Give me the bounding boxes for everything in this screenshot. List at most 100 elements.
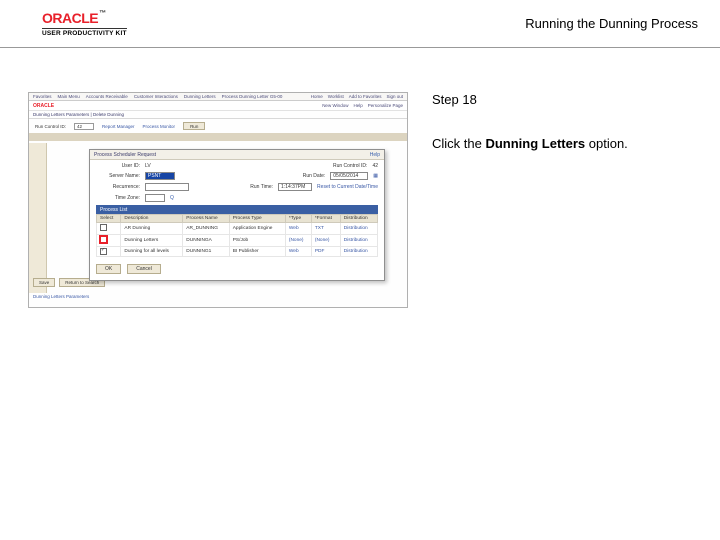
embedded-screenshot: Favorites Main Menu Accounts Receivable … <box>28 92 408 308</box>
link-new-window[interactable]: New Window <box>322 103 348 108</box>
mini-filter-row: Run Control ID: 42 Report Manager Proces… <box>29 119 407 133</box>
th-type: *Type <box>285 215 311 223</box>
select-checkbox[interactable] <box>100 248 107 255</box>
cell-process-name: DUNNING1 <box>183 247 229 257</box>
select-checkbox[interactable] <box>100 224 107 231</box>
instruction-text: Click the Dunning Letters option. <box>432 135 684 153</box>
lookup-icon[interactable]: Q <box>170 195 174 201</box>
calendar-icon[interactable]: ▦ <box>373 173 378 179</box>
save-button[interactable]: Save <box>33 278 55 287</box>
mini-tabs[interactable]: Dunning Letters Parameters | Delete Dunn… <box>29 111 407 119</box>
modal-body: User ID: LV Run Control ID: 42 Server Na… <box>90 160 384 261</box>
runcontrol-label: Run Control ID: <box>35 124 66 129</box>
table-row: Dunning Letters DUNNINGA PS/Job (None) (… <box>97 235 378 247</box>
page-header: ORACLE ™ USER PRODUCTIVITY KIT Running t… <box>0 0 720 48</box>
user-id-label: User ID: <box>96 163 140 169</box>
rundate-label: Run Date: <box>289 173 325 179</box>
runcontrol-value: 42 <box>372 163 378 169</box>
timezone-label: Time Zone: <box>96 195 140 201</box>
nav-item[interactable]: Dunning Letters <box>184 94 216 99</box>
process-monitor-link[interactable]: Process Monitor <box>143 124 176 129</box>
nav-item[interactable]: Main Menu <box>58 94 80 99</box>
mini-strip <box>29 133 407 141</box>
logo-subtitle: USER PRODUCTIVITY KIT <box>42 28 127 37</box>
cell-type[interactable]: Web <box>285 223 311 235</box>
nav-item[interactable]: Home <box>311 94 323 99</box>
mini-oracle-logo: ORACLE <box>33 103 54 109</box>
cell-description: AR Dunning <box>121 223 183 235</box>
cell-distribution[interactable]: Distribution <box>340 235 377 247</box>
cell-format[interactable]: PDF <box>311 247 340 257</box>
nav-item[interactable]: Customer Interactions <box>134 94 178 99</box>
nav-item[interactable]: Worklist <box>328 94 344 99</box>
mini-topnav: Favorites Main Menu Accounts Receivable … <box>29 93 407 101</box>
user-id-value: LV <box>145 163 151 169</box>
process-list-header: Process List <box>96 205 378 214</box>
cell-format[interactable]: TXT <box>311 223 340 235</box>
table-row: AR Dunning AR_DUNNING Application Engine… <box>97 223 378 235</box>
th-select: Select <box>97 215 121 223</box>
runcontrol-value: 42 <box>74 123 94 130</box>
cell-process-type: PS/Job <box>229 235 285 247</box>
instr-pre: Click the <box>432 136 485 151</box>
cell-process-type: Application Engine <box>229 223 285 235</box>
th-format: *Format <box>311 215 340 223</box>
recurrence-field[interactable] <box>145 183 189 191</box>
rundate-field[interactable]: 05/05/2014 <box>330 172 368 180</box>
cell-type[interactable]: Web <box>285 247 311 257</box>
process-scheduler-modal: Process Scheduler Request Help User ID: … <box>89 149 385 281</box>
cell-format[interactable]: (None) <box>311 235 340 247</box>
link-personalize[interactable]: Personalize Page <box>368 103 403 108</box>
instr-bold: Dunning Letters <box>485 136 585 151</box>
modal-help-link[interactable]: Help <box>370 152 380 158</box>
ok-button[interactable]: OK <box>96 264 121 274</box>
link-help[interactable]: Help <box>353 103 362 108</box>
th-process-name: Process Name <box>183 215 229 223</box>
nav-item[interactable]: Accounts Receivable <box>86 94 128 99</box>
th-distribution: Distribution <box>340 215 377 223</box>
nav-item[interactable]: Add to Favorites <box>349 94 382 99</box>
oracle-logo: ORACLE ™ <box>42 10 127 26</box>
instruction-pane: Step 18 Click the Dunning Letters option… <box>424 92 704 308</box>
nav-item[interactable]: Sign out <box>386 94 403 99</box>
cell-distribution[interactable]: Distribution <box>340 247 377 257</box>
content-row: Favorites Main Menu Accounts Receivable … <box>0 48 720 308</box>
run-button[interactable]: Run <box>183 122 205 130</box>
runcontrol-label: Run Control ID: <box>331 163 367 169</box>
step-label: Step 18 <box>432 92 684 107</box>
cell-process-type: BI Publisher <box>229 247 285 257</box>
modal-title: Process Scheduler Request <box>94 152 156 158</box>
cell-description: Dunning for all levels <box>121 247 183 257</box>
cell-distribution[interactable]: Distribution <box>340 223 377 235</box>
nav-item[interactable]: Process Dunning Letter G5-00 <box>222 94 283 99</box>
runtime-label: Run Time: <box>237 184 273 190</box>
process-list-table: Select Description Process Name Process … <box>96 214 378 257</box>
server-name-field[interactable]: PSNT <box>145 172 175 180</box>
screenshot-pane: Favorites Main Menu Accounts Receivable … <box>0 92 424 308</box>
mini-brand-row: ORACLE New Window Help Personalize Page <box>29 101 407 111</box>
th-description: Description <box>121 215 183 223</box>
nav-item[interactable]: Favorites <box>33 94 52 99</box>
recurrence-label: Recurrence: <box>96 184 140 190</box>
mini-side-strip <box>29 143 47 293</box>
th-process-type: Process Type <box>229 215 285 223</box>
trademark-icon: ™ <box>99 10 106 17</box>
mini-lower-link[interactable]: Dunning Letters Parameters <box>33 294 89 299</box>
table-row: Dunning for all levels DUNNING1 BI Publi… <box>97 247 378 257</box>
oracle-logo-text: ORACLE <box>42 10 98 26</box>
cell-type[interactable]: (None) <box>285 235 311 247</box>
server-name-label: Server Name: <box>96 173 140 179</box>
oracle-logo-block: ORACLE ™ USER PRODUCTIVITY KIT <box>42 10 127 37</box>
page-title: Running the Dunning Process <box>525 16 698 31</box>
cell-process-name: DUNNINGA <box>183 235 229 247</box>
report-manager-link[interactable]: Report Manager <box>102 124 135 129</box>
cancel-button[interactable]: Cancel <box>127 264 161 274</box>
timezone-field[interactable] <box>145 194 165 202</box>
select-checkbox-dunning-letters[interactable] <box>100 236 107 243</box>
cell-description: Dunning Letters <box>121 235 183 247</box>
reset-time-link[interactable]: Reset to Current Date/Time <box>317 184 378 190</box>
cell-process-name: AR_DUNNING <box>183 223 229 235</box>
instr-post: option. <box>585 136 628 151</box>
runtime-field[interactable]: 1:14:37PM <box>278 183 312 191</box>
modal-footer: OK Cancel <box>90 261 384 277</box>
